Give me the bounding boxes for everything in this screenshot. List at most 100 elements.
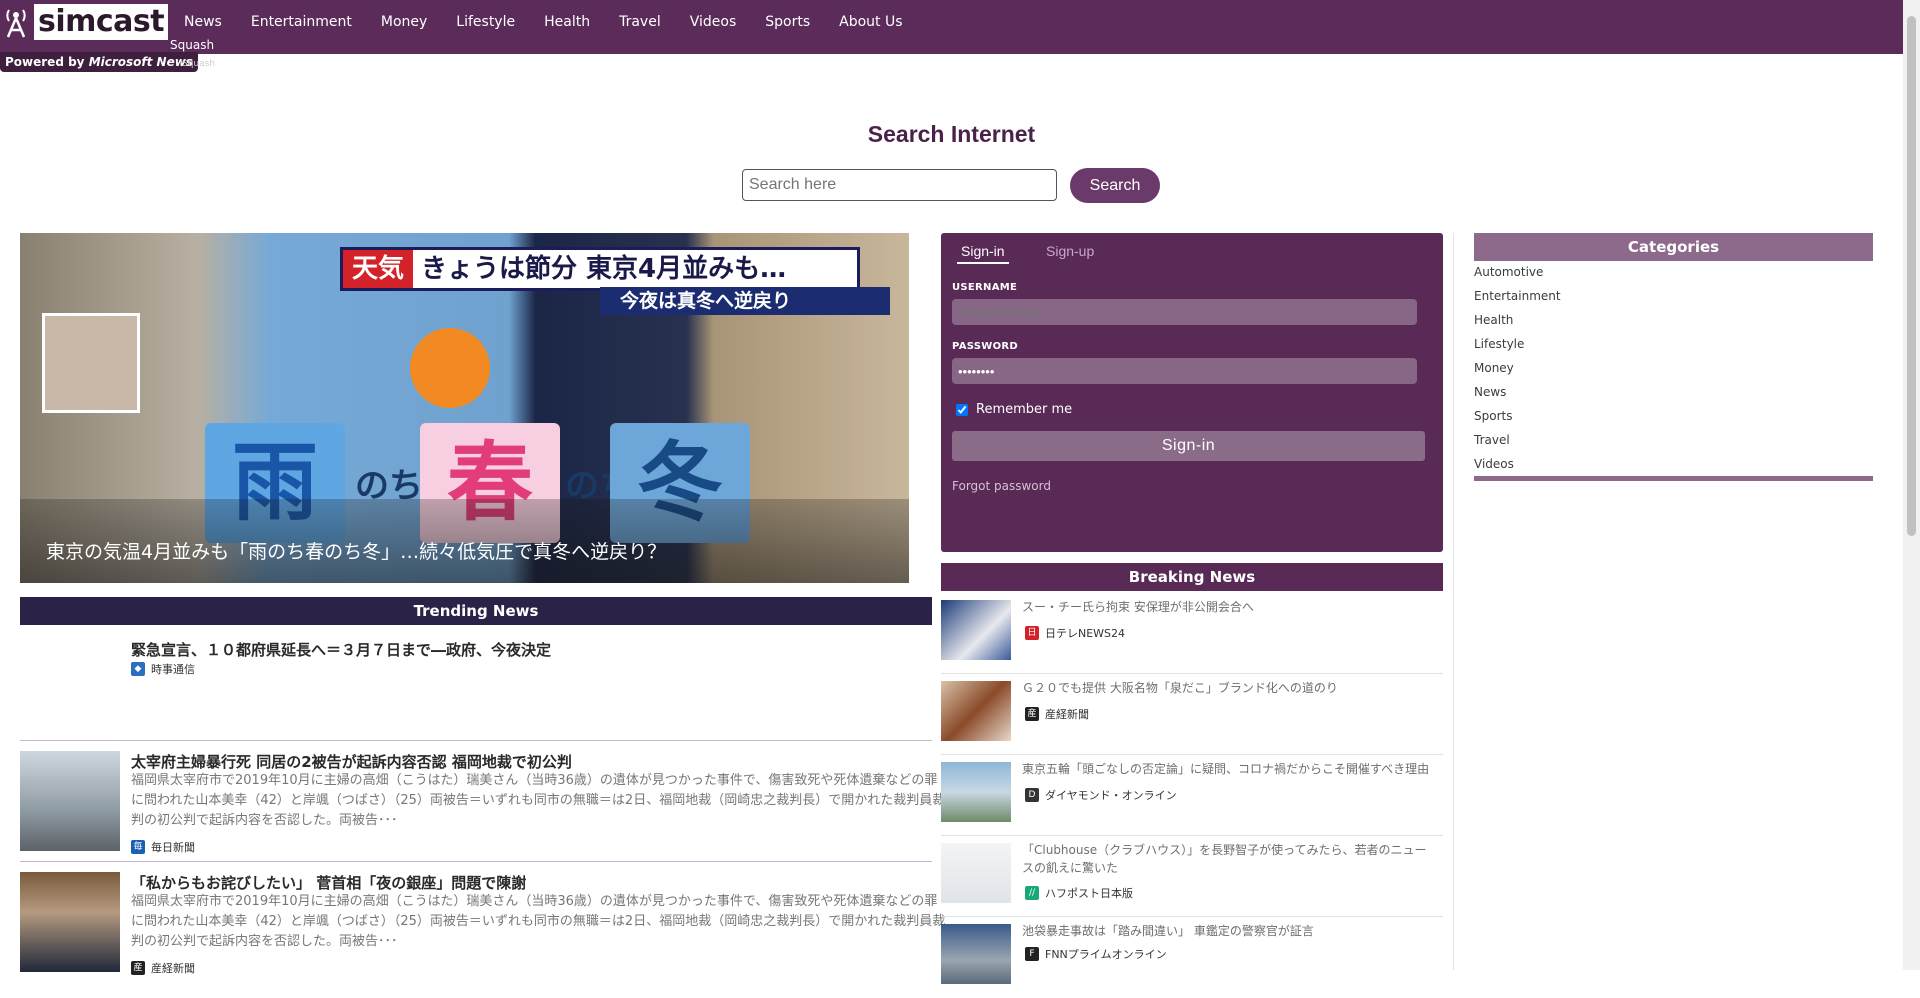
breaking-item-source: 産 産経新聞 bbox=[1025, 706, 1089, 722]
breaking-item[interactable]: スー・チー氏ら拘束 安保理が非公開会合へ 日 日テレNEWS24 bbox=[941, 594, 1443, 674]
nav-item-lifestyle[interactable]: Lifestyle bbox=[456, 14, 515, 30]
category-link-videos[interactable]: Videos bbox=[1474, 457, 1514, 471]
remember-me-checkbox[interactable]: Remember me bbox=[956, 402, 1072, 417]
trending-item[interactable]: 「私からもお詫びしたい」 菅首相「夜の銀座」問題で陳謝 福岡県太宰府市で2019… bbox=[20, 872, 945, 975]
nav-item-news[interactable]: News bbox=[184, 14, 222, 30]
sankei-logo-icon: 産 bbox=[1025, 707, 1039, 721]
hero-banner-subtitle: 今夜は真冬へ逆戻り bbox=[600, 287, 890, 315]
breaking-item-source: // ハフポスト日本版 bbox=[1025, 885, 1133, 901]
breaking-item-source: F FNNプライムオンライン bbox=[1025, 946, 1167, 962]
breaking-item-title[interactable]: 東京五輪「頭ごなしの否定論」に疑問、コロナ禍だからこそ開催すべき理由 bbox=[1022, 760, 1437, 778]
breaking-item-source-name: FNNプライムオンライン bbox=[1045, 948, 1167, 961]
username-label: USERNAME bbox=[952, 282, 1018, 293]
trending-item[interactable]: 太宰府主婦暴行死 同居の2被告が起訴内容否認 福岡地裁で初公判 福岡県太宰府市で… bbox=[20, 751, 945, 854]
tab-signup[interactable]: Sign-up bbox=[1042, 243, 1098, 262]
trending-item-source: 産 産経新聞 bbox=[131, 960, 195, 976]
trending-item-title[interactable]: 緊急宣言、１０都府県延長へ＝３月７日まで―政府、今夜決定 bbox=[131, 639, 551, 660]
trending-item[interactable]: 緊急宣言、１０都府県延長へ＝３月７日まで―政府、今夜決定 ◆ 時事通信 bbox=[20, 637, 932, 737]
hero-banner-text: きょうは節分 東京4月並みも… bbox=[421, 254, 787, 284]
category-link-money[interactable]: Money bbox=[1474, 361, 1514, 375]
presenter-photo bbox=[42, 313, 140, 413]
remember-me-check[interactable] bbox=[956, 403, 968, 416]
nav-item-about-us[interactable]: About Us bbox=[839, 14, 902, 30]
trending-item-title[interactable]: 太宰府主婦暴行死 同居の2被告が起訴内容否認 福岡地裁で初公判 bbox=[131, 751, 572, 772]
password-label: PASSWORD bbox=[952, 341, 1019, 352]
sun-icon bbox=[410, 328, 490, 408]
search-button[interactable]: Search bbox=[1070, 168, 1160, 203]
sankei-logo-icon: 産 bbox=[131, 961, 145, 975]
nav-item-travel[interactable]: Travel bbox=[619, 14, 661, 30]
category-link-lifestyle[interactable]: Lifestyle bbox=[1474, 337, 1524, 351]
breaking-item-source-name: ハフポスト日本版 bbox=[1045, 887, 1133, 900]
divider bbox=[20, 740, 932, 741]
breaking-item-thumbnail[interactable] bbox=[941, 762, 1011, 822]
breaking-item-thumbnail[interactable] bbox=[941, 843, 1011, 903]
breaking-item-source-name: 産経新聞 bbox=[1045, 708, 1089, 721]
nav-item-sports[interactable]: Sports bbox=[765, 14, 810, 30]
nav-item-money[interactable]: Money bbox=[381, 14, 427, 30]
scrollbar-thumb[interactable] bbox=[1907, 16, 1916, 536]
breaking-news-header: Breaking News bbox=[941, 563, 1443, 591]
hero-caption-overlay: 東京の気温4月並みも「雨のち春のち冬」…続々低気圧で真冬へ逆戻り？ bbox=[20, 499, 909, 583]
divider bbox=[20, 861, 932, 862]
breaking-item-title[interactable]: スー・チー氏ら拘束 安保理が非公開会合へ bbox=[1022, 598, 1437, 616]
breaking-item-thumbnail[interactable] bbox=[941, 681, 1011, 741]
mainichi-logo-icon: 毎 bbox=[131, 840, 145, 854]
trending-item-source-name: 毎日新聞 bbox=[151, 841, 195, 854]
nav-item-health[interactable]: Health bbox=[544, 14, 590, 30]
fnn-logo-icon: F bbox=[1025, 947, 1039, 961]
remember-me-label: Remember me bbox=[976, 402, 1073, 417]
hero-image[interactable]: 天気 きょうは節分 東京4月並みも… 今夜は真冬へ逆戻り 雨 のち 春 のち 冬… bbox=[20, 233, 909, 583]
search-input[interactable] bbox=[742, 169, 1057, 201]
categories-footer-bar bbox=[1474, 476, 1873, 481]
breaking-item-thumbnail[interactable] bbox=[941, 600, 1011, 660]
breaking-item-source-name: ダイヤモンド・オンライン bbox=[1045, 789, 1177, 802]
signin-button[interactable]: Sign-in bbox=[952, 431, 1425, 461]
hero-weather-banner: 天気 きょうは節分 東京4月並みも… bbox=[340, 247, 860, 291]
categories-header: Categories bbox=[1474, 233, 1873, 261]
nav-subitem-squash[interactable]: Squash bbox=[170, 38, 214, 52]
category-link-travel[interactable]: Travel bbox=[1474, 433, 1510, 447]
signin-panel: Sign-in Sign-up USERNAME PASSWORD Rememb… bbox=[941, 233, 1443, 552]
breaking-item[interactable]: Ｇ２０でも提供 大阪名物「泉だこ」ブランド化への道のり 産 産経新聞 bbox=[941, 675, 1443, 755]
breaking-item[interactable]: 東京五輪「頭ごなしの否定論」に疑問、コロナ禍だからこそ開催すべき理由 D ダイヤ… bbox=[941, 756, 1443, 836]
tab-signin[interactable]: Sign-in bbox=[957, 243, 1009, 264]
forgot-password-link[interactable]: Forgot password bbox=[952, 479, 1051, 493]
breaking-item-title[interactable]: 「Clubhouse（クラブハウス）」を長野智子が使ってみたら、若者のニュースの… bbox=[1022, 841, 1437, 877]
breaking-item-source: D ダイヤモンド・オンライン bbox=[1025, 787, 1177, 803]
trending-item-summary: 福岡県太宰府市で2019年10月に主婦の高畑（こうはた）瑞美さん（当時36歳）の… bbox=[131, 773, 946, 828]
breaking-item[interactable]: 「Clubhouse（クラブハウス）」を長野智子が使ってみたら、若者のニュースの… bbox=[941, 837, 1443, 917]
search-title: Search Internet bbox=[867, 121, 1036, 147]
brand-name: simcast bbox=[34, 3, 169, 40]
breaking-item-title[interactable]: Ｇ２０でも提供 大阪名物「泉だこ」ブランド化への道のり bbox=[1022, 679, 1437, 697]
hero-caption[interactable]: 東京の気温4月並みも「雨のち春のち冬」…続々低気圧で真冬へ逆戻り？ bbox=[46, 537, 666, 564]
trending-item-title[interactable]: 「私からもお詫びしたい」 菅首相「夜の銀座」問題で陳謝 bbox=[131, 872, 526, 893]
ntv-logo-icon: 日 bbox=[1025, 626, 1039, 640]
breaking-item-title[interactable]: 池袋暴走事故は「踏み間違い」 車鑑定の警察官が証言 bbox=[1022, 922, 1437, 940]
trending-item-thumbnail[interactable] bbox=[20, 751, 120, 851]
trending-item-summary: 福岡県太宰府市で2019年10月に主婦の高畑（こうはた）瑞美さん（当時36歳）の… bbox=[131, 894, 946, 949]
nav-item-videos[interactable]: Videos bbox=[690, 14, 737, 30]
powered-by-brand: Microsoft News bbox=[88, 55, 193, 69]
diamond-logo-icon: D bbox=[1025, 788, 1039, 802]
trending-item-source-name: 時事通信 bbox=[151, 663, 195, 676]
powered-by-prefix: Powered by bbox=[5, 55, 85, 69]
category-link-automotive[interactable]: Automotive bbox=[1474, 265, 1543, 279]
breaking-item[interactable]: 池袋暴走事故は「踏み間違い」 車鑑定の警察官が証言 F FNNプライムオンライン bbox=[941, 918, 1443, 998]
category-link-news[interactable]: News bbox=[1474, 385, 1506, 399]
breaking-item-thumbnail[interactable] bbox=[941, 924, 1011, 984]
simcast-logo[interactable]: simcast bbox=[0, 0, 169, 43]
powered-by-badge: Powered by Microsoft News bbox=[0, 52, 198, 72]
category-link-health[interactable]: Health bbox=[1474, 313, 1513, 327]
trending-news-header: Trending News bbox=[20, 597, 932, 625]
breaking-item-source-name: 日テレNEWS24 bbox=[1045, 627, 1126, 640]
category-link-entertainment[interactable]: Entertainment bbox=[1474, 289, 1561, 303]
email-field[interactable] bbox=[952, 299, 1417, 325]
trending-item-source: ◆ 時事通信 bbox=[131, 661, 195, 677]
page-scrollbar[interactable] bbox=[1903, 0, 1920, 970]
trending-item-thumbnail[interactable] bbox=[20, 872, 120, 972]
category-link-sports[interactable]: Sports bbox=[1474, 409, 1512, 423]
nav-item-entertainment[interactable]: Entertainment bbox=[251, 14, 352, 30]
jiji-logo-icon: ◆ bbox=[131, 662, 145, 676]
password-field[interactable] bbox=[952, 358, 1417, 384]
